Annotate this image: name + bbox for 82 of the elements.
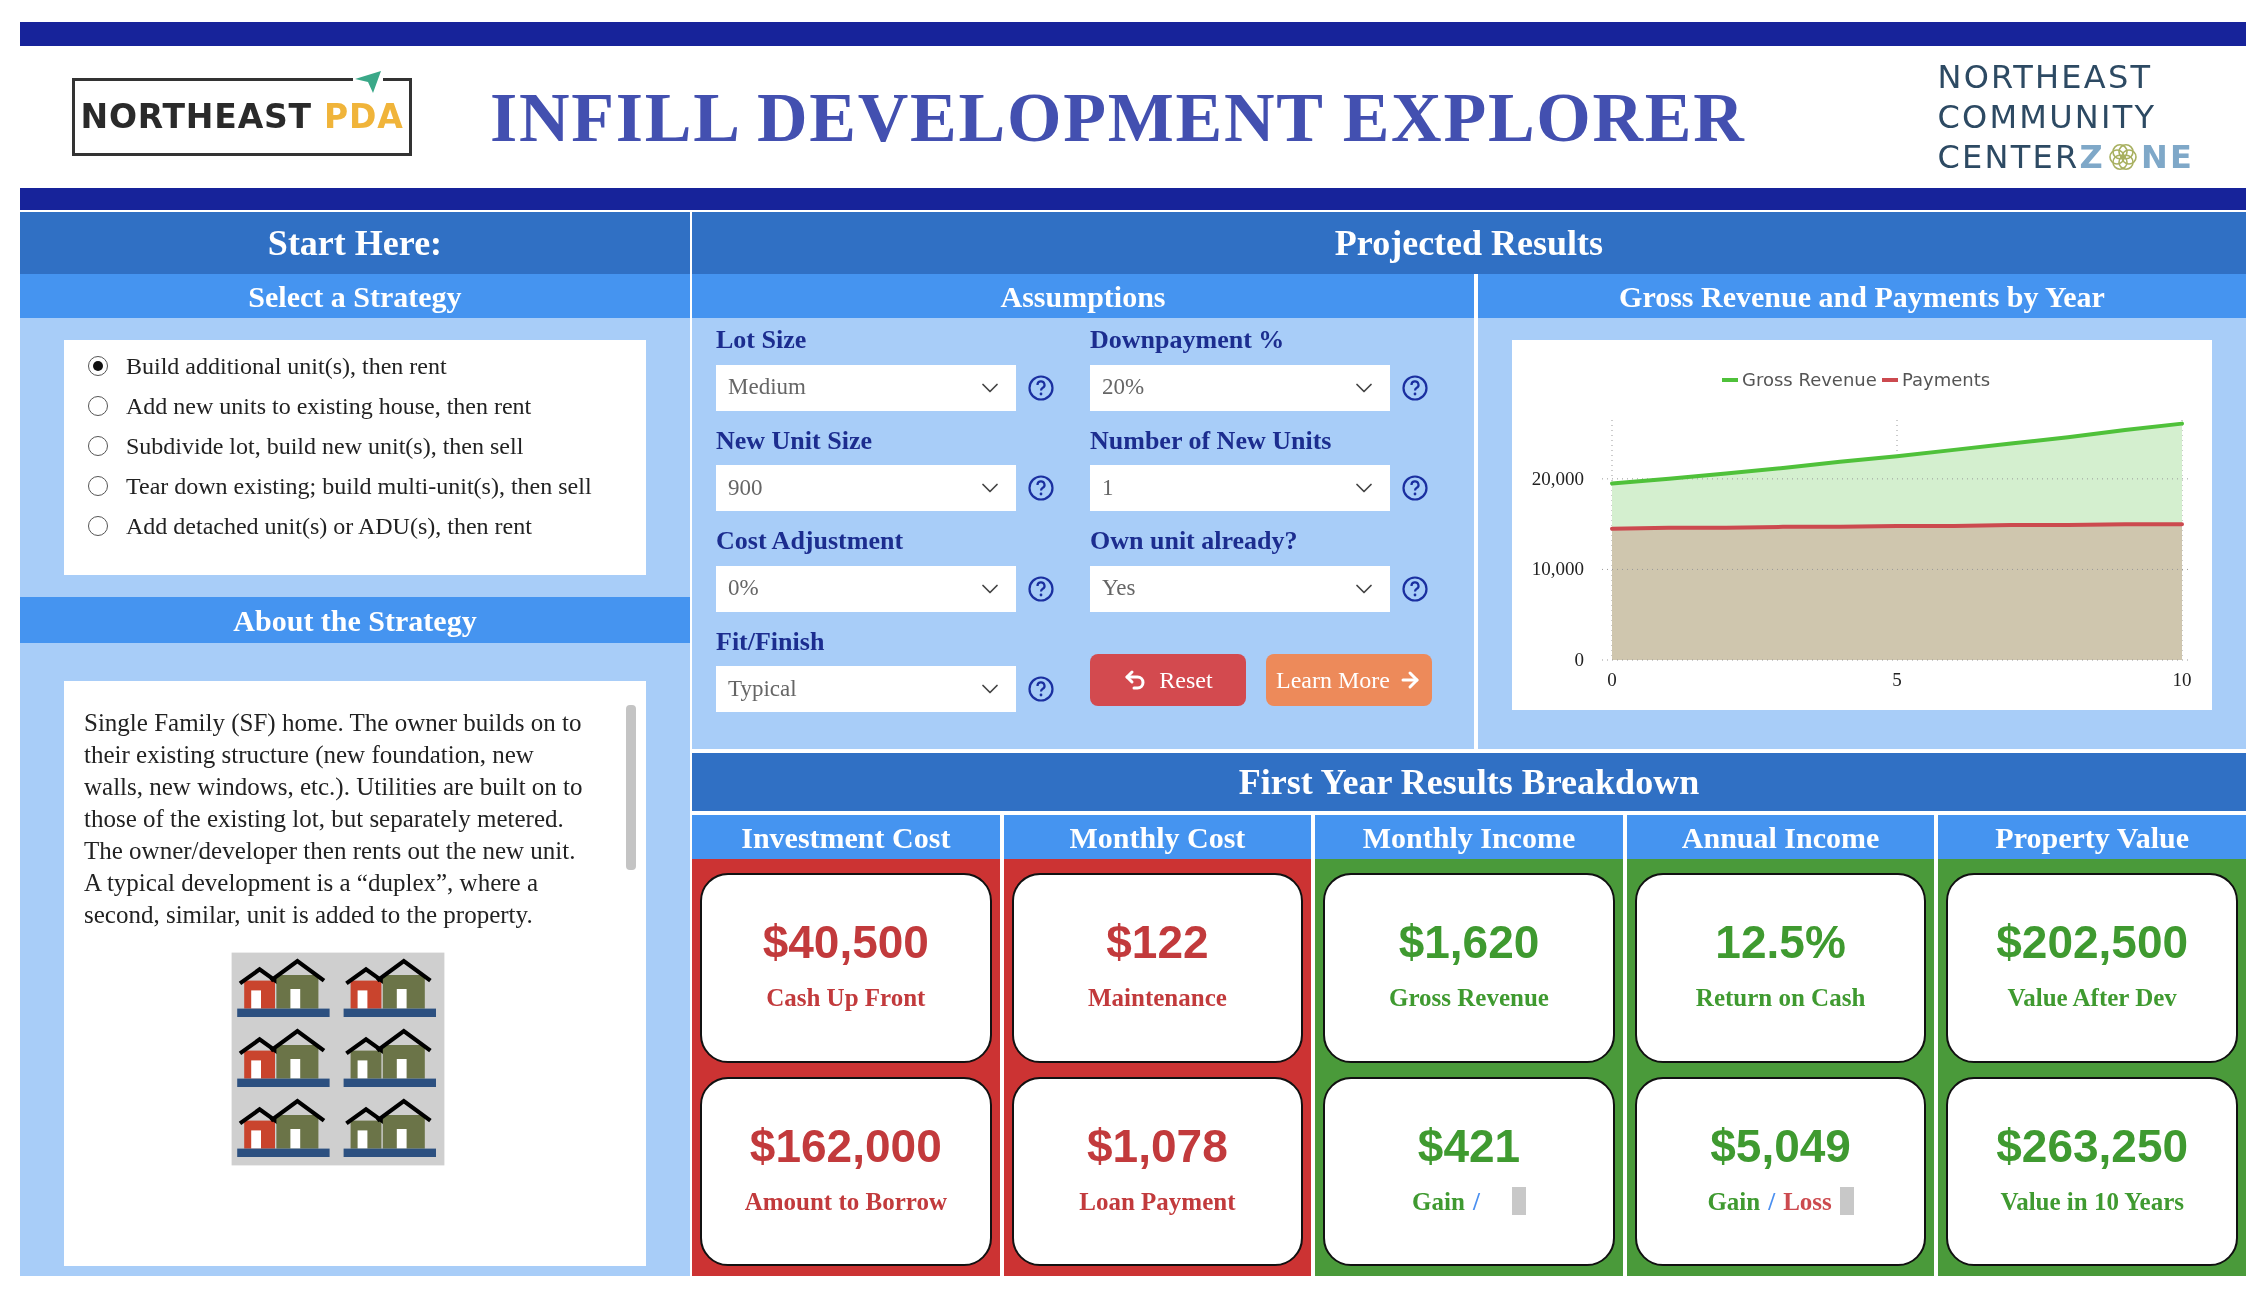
result-value: $1,620 [1398,919,1540,965]
help-icon[interactable] [1028,575,1054,602]
result-value: $122 [1106,919,1209,965]
column-header: Investment Cost [692,815,1000,859]
field-label: Downpayment % [1090,324,1286,356]
result-value: $1,078 [1087,1122,1228,1169]
legend-label: Gross Revenue [1742,369,1877,390]
field-label: Fit/Finish [716,625,826,658]
reset-button[interactable]: Reset [1090,653,1246,706]
y-tick-label: 20,000 [1531,467,1584,489]
result-value: $5,049 [1710,1122,1851,1169]
result-value: 12.5% [1715,919,1846,965]
section-header: Assumptions [692,274,1474,318]
result-value: $263,250 [1996,1122,2189,1169]
scrollbar[interactable] [626,705,636,870]
help-icon[interactable] [1028,475,1054,501]
panel-header: Projected Results [692,212,2246,274]
strategy-description: Single Family (SF) home. The owner builds on to their existing structure (new foundation, new walls, new windows, etc.). Utilities are built on to those of the existing lot, but separately metered. The owner/developer then rents out the new unit. A typical development is a “duplex”, where a second, similar, unit is added to the property. [84,708,584,930]
radio-button[interactable] [88,436,108,456]
radio-button[interactable] [88,476,108,496]
result-label: Cash Up Front [766,983,926,1013]
logo: NORTHEAST COMMUNITY CENTERZ NE [1937,57,2194,177]
page-title: INFILL DEVELOPMENT EXPLORER [490,77,1746,158]
field-label: Number of New Units [1090,424,1333,457]
section-header: Gross Revenue and Payments by Year [1478,274,2246,318]
radio-option[interactable]: Tear down existing; build multi-unit(s), then sell [88,466,622,506]
result-label: Gain [1412,1186,1465,1217]
result-value: $421 [1417,1122,1521,1169]
result-label: / [1472,1186,1480,1217]
help-icon[interactable] [1402,475,1428,501]
x-tick-label: 0 [1607,669,1617,690]
section-header: About the Strategy [20,597,690,643]
flower-icon [2106,141,2139,173]
result-value: $202,500 [1996,919,2189,965]
radio-option[interactable]: Add new units to existing house, then rent [88,386,622,426]
radio-button[interactable] [88,356,108,376]
dropdown[interactable]: 0% [716,565,1016,612]
column-header: Annual Income [1626,815,1935,859]
result-label: Value in 10 Years [2000,1186,2184,1217]
result-label: / [1768,1186,1776,1217]
result-label: Loan Payment [1079,1186,1236,1217]
dropdown[interactable]: Yes [1090,565,1390,612]
radio-option[interactable]: Add detached unit(s) or ADU(s), then rent [88,506,622,546]
x-tick-label: 10 [2172,669,2192,690]
result-label: Gross Revenue [1389,983,1549,1013]
result-label: Gain [1707,1186,1761,1217]
radio-option[interactable]: Subdivide lot, build new unit(s), then sell [88,426,622,466]
result-value: $162,000 [749,1122,942,1169]
x-tick-label: 5 [1892,669,1902,690]
dropdown[interactable]: Typical [716,666,1016,712]
y-tick-label: 0 [1574,649,1584,670]
field-label: Lot Size [716,324,808,356]
field-label: Own unit already? [1090,525,1299,557]
result-value: $40,500 [762,919,929,965]
radio-button[interactable] [88,396,108,416]
section-header: Select a Strategy [20,274,690,318]
result-label: Return on Cash [1695,983,1866,1013]
radio-option[interactable]: Build additional unit(s), then rent [88,346,622,386]
legend-label: Payments [1902,369,1991,390]
panel-header: Start Here: [20,212,690,274]
field-label: New Unit Size [716,424,873,457]
dropdown[interactable]: 1 [1090,465,1390,511]
result-label: Value After Dev [2007,983,2177,1013]
column-header: Monthly Income [1315,815,1623,859]
field-label: Cost Adjustment [716,525,905,557]
column-header: Property Value [1938,815,2246,859]
legend-swatch [1722,378,1738,382]
result-label: Amount to Borrow [744,1186,947,1217]
radio-button[interactable] [88,516,108,536]
help-icon[interactable] [1402,575,1428,602]
column-header: Monthly Cost [1003,815,1312,859]
y-tick-label: 10,000 [1531,558,1584,580]
dropdown[interactable]: Medium [716,364,1016,411]
help-icon[interactable] [1402,374,1428,401]
legend-swatch [1882,378,1898,382]
help-icon[interactable] [1028,676,1054,702]
result-label: Maintenance [1087,983,1227,1013]
section-header: First Year Results Breakdown [692,753,2246,811]
dropdown[interactable]: 20% [1090,364,1390,411]
result-label: Loss [1783,1186,1832,1217]
dropdown[interactable]: 900 [716,465,1016,511]
help-icon[interactable] [1028,374,1054,401]
